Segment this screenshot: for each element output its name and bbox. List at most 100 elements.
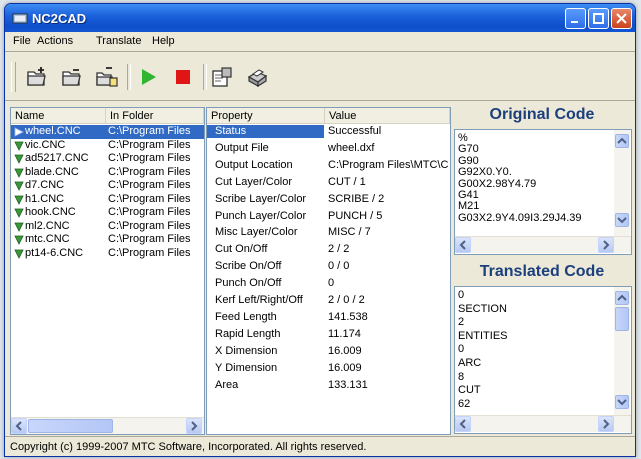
code-line: G03X2.9Y4.09I3.29J4.39 bbox=[458, 211, 582, 224]
scroll-right-button[interactable] bbox=[186, 418, 202, 434]
property-row[interactable]: Y Dimension 16.009 bbox=[207, 362, 450, 376]
settings-button[interactable] bbox=[210, 65, 234, 89]
property-name: X Dimension bbox=[215, 344, 278, 357]
batch-open-button[interactable] bbox=[95, 65, 119, 89]
file-list-item[interactable]: ad5217.CNC C:\Program Files bbox=[11, 152, 204, 166]
column-header-folder[interactable]: In Folder bbox=[106, 108, 204, 124]
status-bar: Copyright (c) 1999-2007 MTC Software, In… bbox=[5, 436, 635, 456]
chevron-right-icon bbox=[603, 240, 610, 250]
file-name: wheel.CNC bbox=[25, 125, 81, 137]
property-row[interactable]: Cut Layer/Color CUT / 1 bbox=[207, 176, 450, 190]
scroll-up-button[interactable] bbox=[615, 134, 629, 148]
property-name: Punch On/Off bbox=[215, 277, 282, 290]
property-name: Output File bbox=[215, 141, 269, 154]
scroll-down-button[interactable] bbox=[615, 395, 629, 409]
print-button[interactable] bbox=[245, 65, 269, 89]
code-line: CUT bbox=[458, 384, 481, 397]
scroll-thumb[interactable] bbox=[28, 419, 113, 433]
original-code-vscrollbar[interactable] bbox=[614, 130, 630, 236]
column-header-value[interactable]: Value bbox=[325, 108, 450, 124]
translated-code-vscrollbar[interactable] bbox=[614, 287, 630, 415]
file-list-item[interactable]: mtc.CNC C:\Program Files bbox=[11, 233, 204, 247]
column-header-property[interactable]: Property bbox=[207, 108, 325, 124]
property-row[interactable]: Feed Length 141.538 bbox=[207, 311, 450, 325]
file-list-item[interactable]: ml2.CNC C:\Program Files bbox=[11, 220, 204, 234]
file-list-item[interactable]: h1.CNC C:\Program Files bbox=[11, 193, 204, 207]
file-name: vic.CNC bbox=[25, 138, 66, 151]
property-row[interactable]: Status Successful bbox=[207, 125, 450, 139]
file-list-item[interactable]: hook.CNC C:\Program Files bbox=[11, 206, 204, 220]
property-row[interactable]: Area 133.131 bbox=[207, 379, 450, 393]
translated-code-title: Translated Code bbox=[479, 263, 605, 280]
window-title: NC2CAD bbox=[32, 11, 87, 26]
property-row[interactable]: Output Location C:\Program Files\MTC\C bbox=[207, 159, 450, 173]
scroll-left-button[interactable] bbox=[455, 237, 471, 253]
property-row[interactable]: Punch On/Off 0 bbox=[207, 277, 450, 291]
original-code-hscrollbar[interactable] bbox=[455, 236, 631, 253]
menu-file[interactable]: File bbox=[13, 35, 31, 47]
property-name: Y Dimension bbox=[215, 361, 278, 374]
original-code-title: Original Code bbox=[489, 106, 595, 123]
property-value: C:\Program Files\MTC\C bbox=[328, 158, 449, 171]
scroll-left-button[interactable] bbox=[11, 418, 27, 434]
code-line: G70 bbox=[458, 143, 479, 156]
run-button[interactable] bbox=[136, 65, 160, 89]
menu-translate[interactable]: Translate bbox=[96, 35, 141, 47]
minimize-button[interactable] bbox=[565, 8, 586, 29]
property-row[interactable]: Rapid Length 11.174 bbox=[207, 328, 450, 342]
menu-actions[interactable]: Actions bbox=[37, 35, 73, 47]
scroll-right-button[interactable] bbox=[598, 416, 614, 432]
title-bar[interactable]: NC2CAD bbox=[5, 4, 635, 32]
toolbar-separator bbox=[127, 64, 131, 90]
property-row[interactable]: Misc Layer/Color MISC / 7 bbox=[207, 226, 450, 240]
file-tool-icon bbox=[14, 141, 24, 151]
file-list-hscrollbar[interactable] bbox=[11, 417, 204, 434]
file-name: pt14-6.CNC bbox=[25, 246, 84, 259]
open-file-button[interactable] bbox=[25, 65, 49, 89]
scroll-left-button[interactable] bbox=[455, 416, 471, 432]
property-name: Rapid Length bbox=[215, 327, 281, 340]
property-list[interactable]: Property Value Status Successful Output Fi… bbox=[206, 107, 451, 435]
file-name: blade.CNC bbox=[25, 165, 79, 178]
stop-button[interactable] bbox=[171, 65, 195, 89]
toolbar-separator bbox=[203, 64, 207, 90]
property-row[interactable]: Scribe Layer/Color SCRIBE / 2 bbox=[207, 193, 450, 207]
property-row[interactable]: Output File wheel.dxf bbox=[207, 142, 450, 156]
translated-code-hscrollbar[interactable] bbox=[455, 415, 631, 432]
property-row[interactable]: X Dimension 16.009 bbox=[207, 345, 450, 359]
file-list-item[interactable]: d7.CNC C:\Program Files bbox=[11, 179, 204, 193]
file-list-item[interactable]: wheel.CNC C:\Program Files bbox=[11, 125, 204, 139]
print-icon bbox=[247, 69, 268, 88]
column-header-name[interactable]: Name bbox=[11, 108, 106, 124]
toolbar-grip[interactable] bbox=[11, 62, 16, 92]
file-list-item[interactable]: pt14-6.CNC C:\Program Files bbox=[11, 247, 204, 261]
property-row[interactable]: Punch Layer/Color PUNCH / 5 bbox=[207, 210, 450, 224]
scroll-right-button[interactable] bbox=[598, 237, 614, 253]
file-folder: C:\Program Files bbox=[108, 219, 191, 232]
close-button[interactable] bbox=[611, 8, 632, 29]
scroll-down-button[interactable] bbox=[615, 213, 629, 227]
property-value: CUT / 1 bbox=[328, 175, 366, 188]
original-code-box[interactable]: % G70 G90 G92X0.Y0. G00X2.98Y4.79 G41 M21 G03X2… bbox=[454, 129, 632, 255]
file-folder: C:\Program Files bbox=[108, 246, 191, 259]
translated-code-box[interactable]: 0 SECTION 2 ENTITIES 0 ARC 8 CUT 62 bbox=[454, 286, 632, 434]
property-row[interactable]: Cut On/Off 2 / 2 bbox=[207, 243, 450, 257]
maximize-button[interactable] bbox=[588, 8, 609, 29]
file-list[interactable]: Name In Folder wheel.CNC C:\Program Files… bbox=[10, 107, 205, 435]
menu-help[interactable]: Help bbox=[152, 35, 175, 47]
file-list-item[interactable]: blade.CNC C:\Program Files bbox=[11, 166, 204, 180]
app-window: NC2CAD File Actions Translate Help Name … bbox=[4, 3, 636, 457]
file-tool-icon bbox=[14, 168, 24, 178]
scroll-up-button[interactable] bbox=[615, 291, 629, 305]
stop-icon bbox=[176, 70, 190, 84]
scroll-thumb[interactable] bbox=[615, 307, 629, 331]
code-line: 2 bbox=[458, 316, 465, 329]
close-icon bbox=[616, 13, 627, 24]
open-folder-button[interactable] bbox=[60, 65, 84, 89]
file-list-item[interactable]: vic.CNC C:\Program Files bbox=[11, 139, 204, 153]
file-tool-icon bbox=[14, 208, 24, 218]
property-row[interactable]: Scribe On/Off 0 / 0 bbox=[207, 260, 450, 274]
property-row[interactable]: Kerf Left/Right/Off 2 / 0 / 2 bbox=[207, 294, 450, 308]
maximize-icon bbox=[593, 13, 604, 24]
property-value: Successful bbox=[328, 125, 382, 137]
